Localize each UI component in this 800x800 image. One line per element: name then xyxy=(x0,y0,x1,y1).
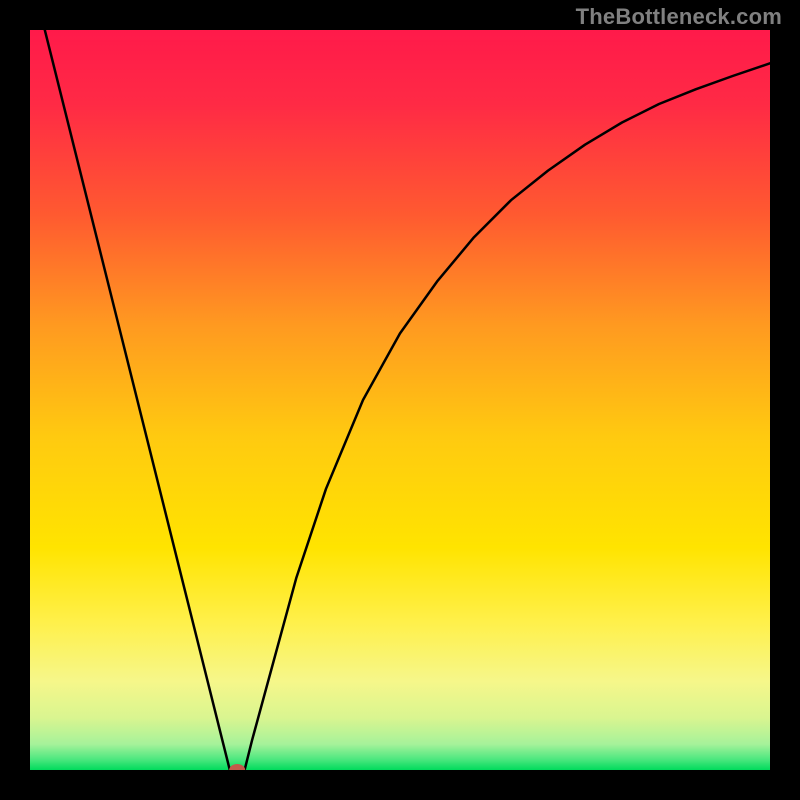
watermark-text: TheBottleneck.com xyxy=(576,4,782,30)
gradient-background xyxy=(30,30,770,770)
chart-plot-area xyxy=(30,30,770,770)
chart-frame: TheBottleneck.com xyxy=(0,0,800,800)
chart-svg xyxy=(30,30,770,770)
